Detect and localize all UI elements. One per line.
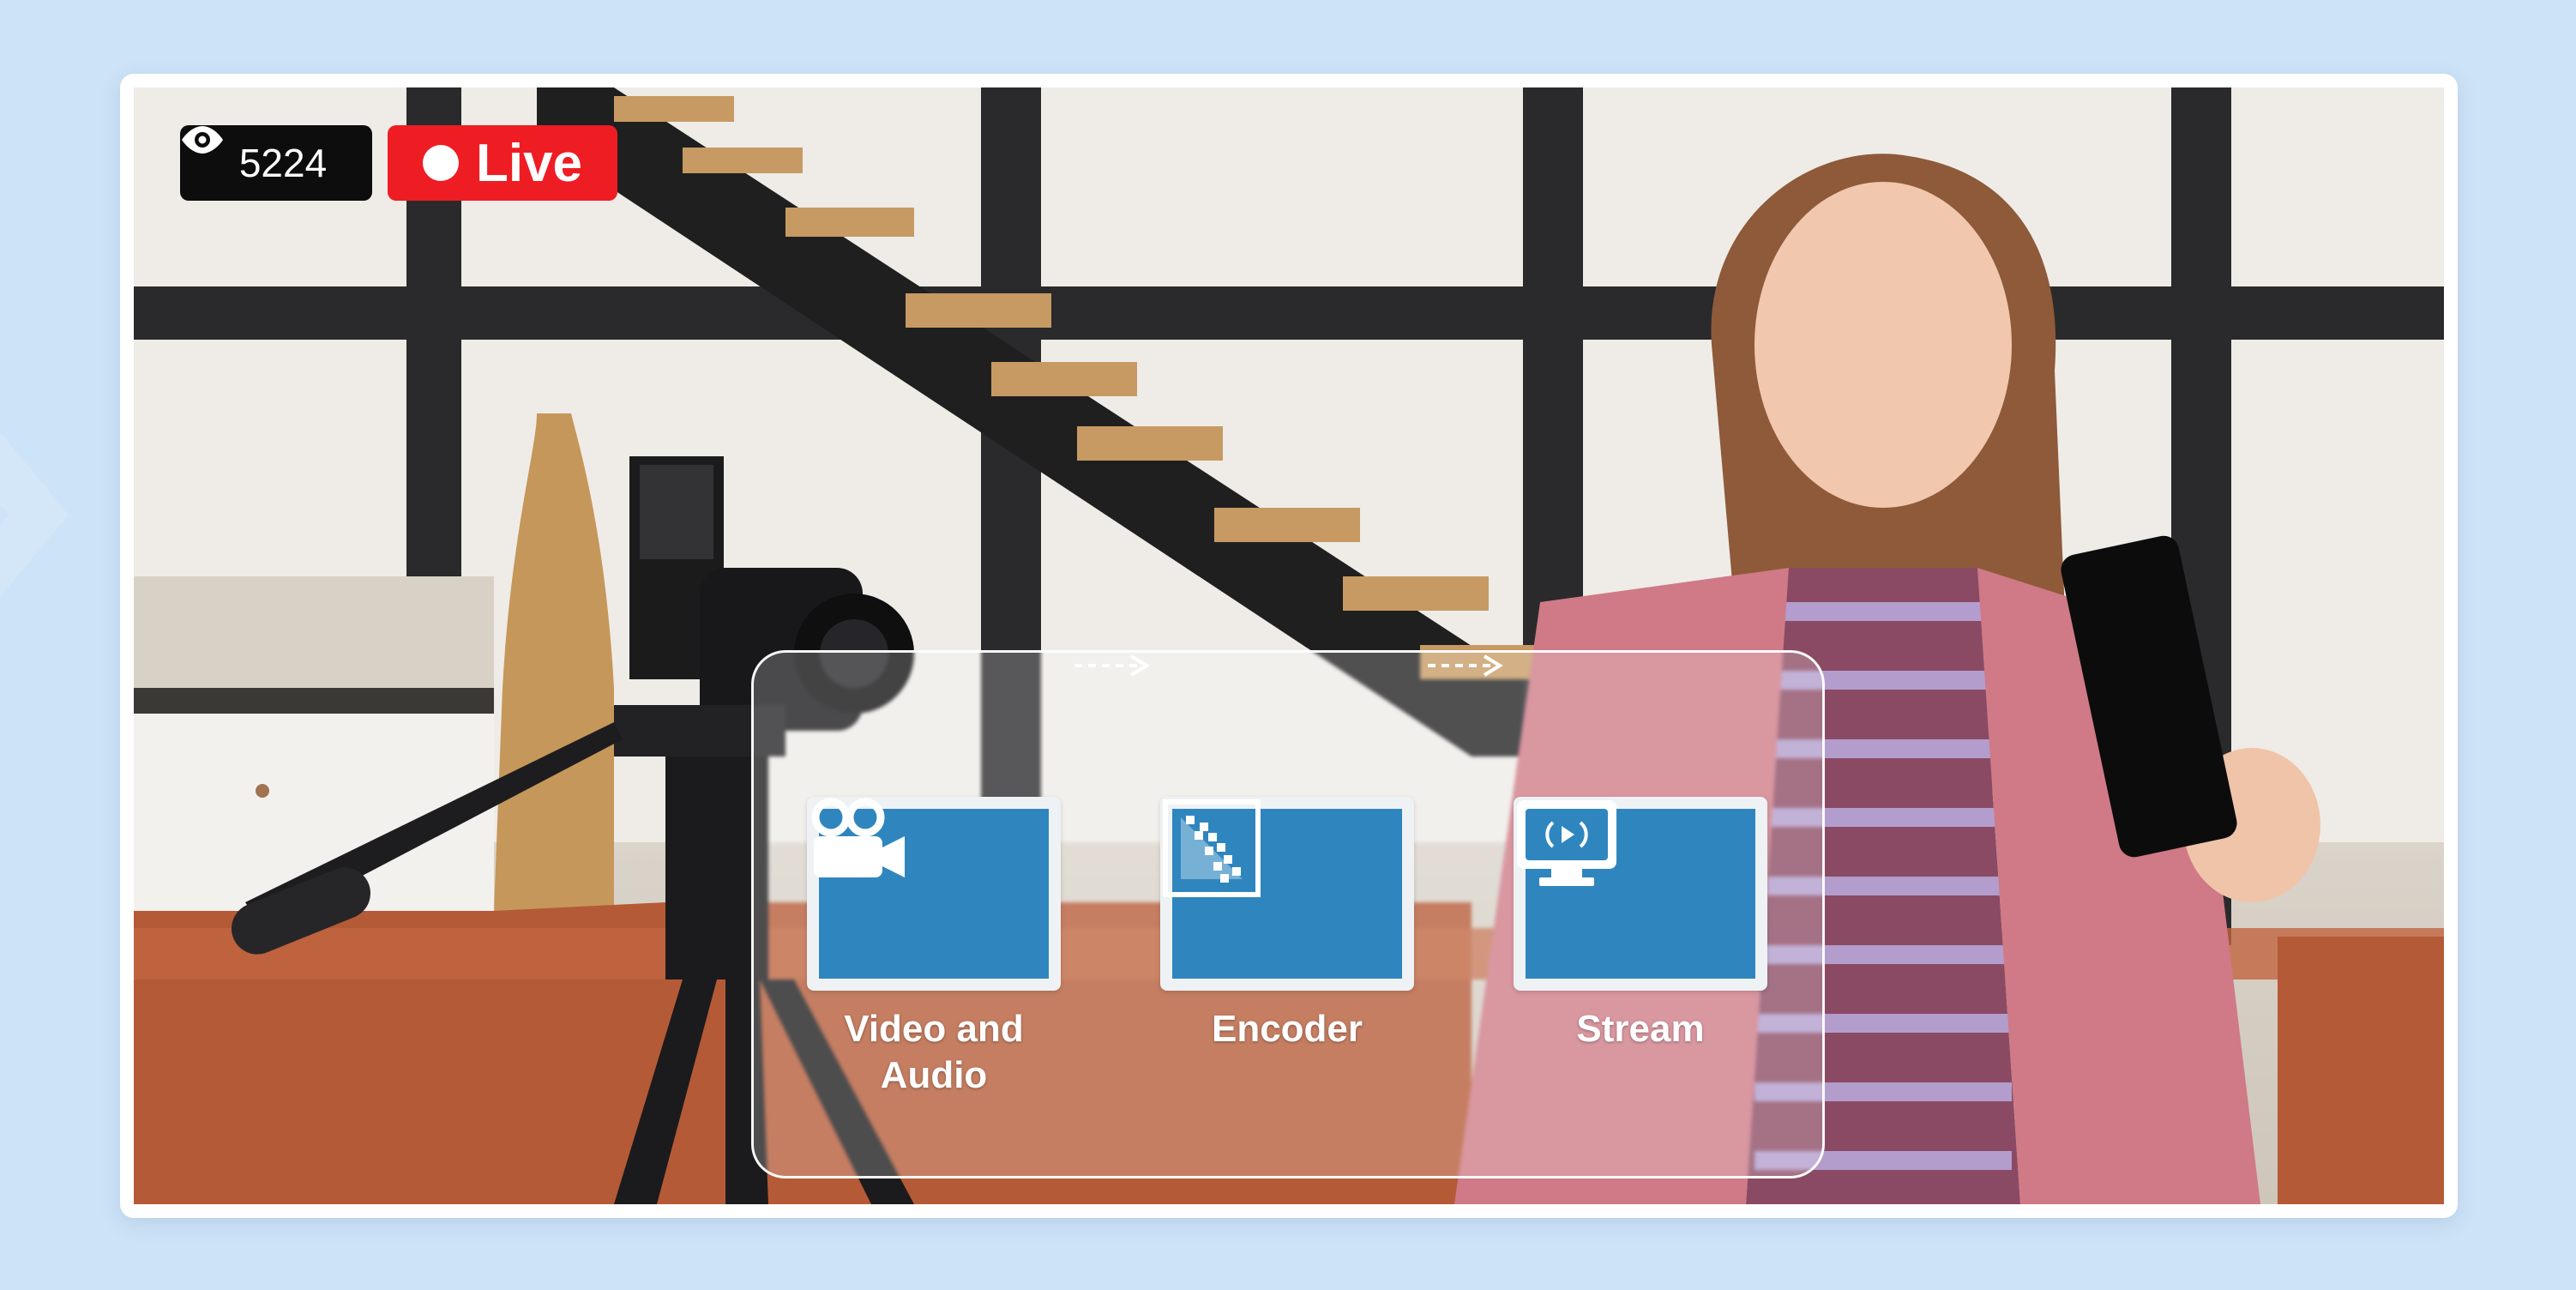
pipeline-step-label: Stream [1576, 1008, 1705, 1050]
pipeline-step-label: Video and Audio [844, 1008, 1024, 1096]
livestream-photo: 5224 Live Video and Audio Encoder Stream [134, 87, 2444, 1204]
live-label: Live [475, 133, 583, 193]
pipeline-step-stream [1514, 797, 1767, 991]
dashed-arrow-icon [1074, 654, 1150, 677]
live-stream-card: 5224 Live Video and Audio Encoder Stream [120, 74, 2458, 1218]
live-dot-icon [422, 145, 459, 181]
live-badge: Live [388, 125, 617, 201]
viewer-count-badge: 5224 [180, 125, 372, 201]
viewer-count: 5224 [238, 141, 328, 185]
pipeline-step-video-audio [807, 797, 1061, 991]
background-chevron-decoration [0, 432, 69, 597]
pipeline-step-label: Encoder [1211, 1008, 1363, 1050]
streaming-pipeline-diagram: Video and Audio Encoder Stream [751, 650, 1825, 1178]
dashed-arrow-icon [1428, 654, 1503, 677]
pipeline-step-encoder [1160, 797, 1414, 991]
